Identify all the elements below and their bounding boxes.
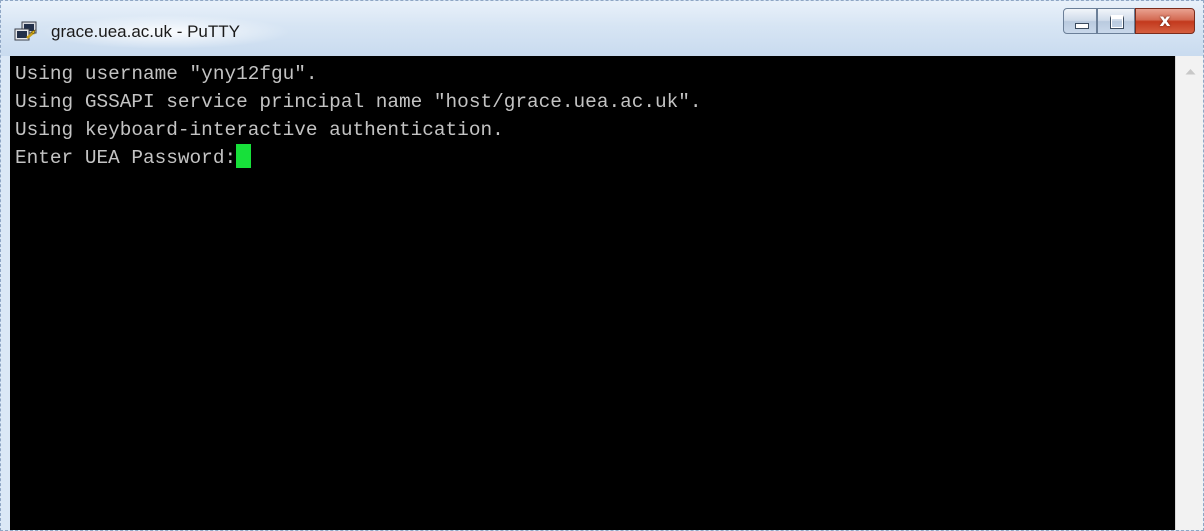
close-button[interactable]: x	[1135, 8, 1195, 34]
terminal-screen[interactable]: Using username "yny12fgu". Using GSSAPI …	[10, 56, 1175, 530]
terminal-line: Using username "yny12fgu".	[15, 63, 318, 85]
putty-window: grace.uea.ac.uk - PuTTY x Using username…	[0, 0, 1204, 531]
caption-buttons: x	[1063, 8, 1195, 36]
title-bar[interactable]: grace.uea.ac.uk - PuTTY x	[1, 1, 1203, 56]
vertical-scrollbar[interactable]	[1175, 56, 1203, 530]
terminal-line: Using GSSAPI service principal name "hos…	[15, 91, 702, 113]
text-cursor	[236, 144, 252, 168]
password-prompt: Enter UEA Password:	[15, 147, 237, 169]
scroll-up-arrow-icon	[1185, 68, 1196, 74]
maximize-icon	[1110, 15, 1124, 29]
minimize-icon	[1075, 23, 1089, 29]
scroll-up-button[interactable]	[1176, 56, 1203, 86]
maximize-button[interactable]	[1097, 8, 1135, 34]
putty-icon[interactable]	[13, 21, 39, 43]
window-title: grace.uea.ac.uk - PuTTY	[51, 22, 240, 41]
password-prompt-line: Enter UEA Password:	[15, 144, 252, 172]
terminal-line: Using keyboard-interactive authenticatio…	[15, 119, 504, 141]
minimize-button[interactable]	[1063, 8, 1097, 34]
close-icon: x	[1159, 11, 1171, 31]
